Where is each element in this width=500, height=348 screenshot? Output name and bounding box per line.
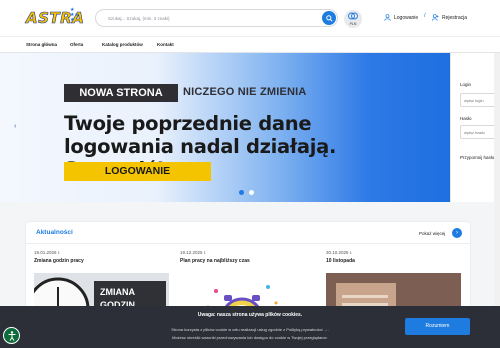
news-card-date: 19.01.2026 r. (34, 250, 61, 255)
news-card-date: 19.12.2025 r. (180, 250, 207, 255)
carousel-dot-2[interactable] (249, 190, 254, 195)
login-link[interactable]: Logowanie (384, 14, 418, 21)
news-more-link[interactable]: Pokaż więcej (419, 231, 445, 236)
add-user-icon (432, 14, 439, 21)
search-button[interactable] (322, 11, 336, 25)
hero-carousel: ‹ NOWA STRONA NICZEGO NIE ZMIENIA Twoje … (0, 53, 450, 202)
accessibility-button[interactable] (3, 327, 20, 344)
login-panel: Login Hasło Przypomnij hasło (450, 53, 500, 202)
search-input[interactable] (108, 13, 308, 24)
currency-label: PLN (349, 22, 357, 26)
carousel-dot-1[interactable] (239, 190, 244, 195)
nav-item-catalog[interactable]: Katalog produktów (102, 42, 143, 47)
currency-icon (348, 12, 358, 20)
accessibility-icon (8, 330, 15, 341)
search-icon (325, 14, 333, 22)
password-field-label: Hasło (460, 116, 472, 121)
register-link-label: Rejestracja (442, 14, 468, 21)
header: ASTRA ★ ★★ ★ PLN Logowanie / Rejestracja (0, 0, 500, 36)
news-title: Aktualności (36, 229, 73, 236)
currency-switch[interactable]: PLN (344, 10, 362, 28)
hero-login-button[interactable]: LOGOWANIE (64, 162, 211, 181)
news-card[interactable]: 19.12.2025 r. Plan pracy na najbliższy c… (180, 250, 315, 333)
cookie-text-line: Możesz określić warunki przechowywania l… (172, 335, 328, 340)
header-separator: / (424, 13, 426, 19)
user-icon (384, 14, 391, 21)
login-link-label: Logowanie (394, 14, 419, 21)
hero-badge-subtitle: NICZEGO NIE ZMIENIA (183, 86, 307, 98)
login-field-label: Login (460, 82, 472, 87)
news-card[interactable]: 30.10.2025 r. 10 listopada (326, 250, 461, 333)
nav-item-offer[interactable]: Oferta (70, 42, 83, 47)
divider (26, 243, 470, 244)
news-card-title: Plan pracy na najbliższy czas (180, 258, 250, 264)
scrollbar[interactable] (494, 53, 500, 348)
forgot-password-link[interactable]: Przypomnij hasło (460, 155, 494, 160)
hero-badge: NOWA STRONA (64, 84, 178, 102)
chevron-right-icon: › (456, 230, 458, 236)
nav-item-contact[interactable]: Kontakt (157, 42, 174, 47)
news-card[interactable]: 19.01.2026 r. Zmiana godzin pracy ZMIANA… (34, 250, 169, 333)
search-bar (95, 9, 338, 27)
news-more-button[interactable]: › (452, 228, 462, 238)
logo-stars-icon: ★ ★★ ★ (70, 7, 79, 23)
carousel-prev-icon[interactable]: ‹ (14, 123, 16, 130)
news-card-title: 10 listopada (326, 258, 355, 264)
news-card-title: Zmiana godzin pracy (34, 258, 84, 264)
news-card-date: 30.10.2025 r. (326, 250, 353, 255)
register-link[interactable]: Rejestracja (432, 14, 467, 21)
nav-item-home[interactable]: Strona główna (26, 42, 57, 47)
cookie-accept-button[interactable]: Rozumiem (405, 318, 470, 335)
news-card-image-caption: ZMIANA (100, 287, 135, 297)
cookie-banner: Uwaga: nasza strona używa plików cookies… (0, 306, 500, 348)
main-nav: Strona główna Oferta Katalog produktów K… (0, 36, 500, 53)
